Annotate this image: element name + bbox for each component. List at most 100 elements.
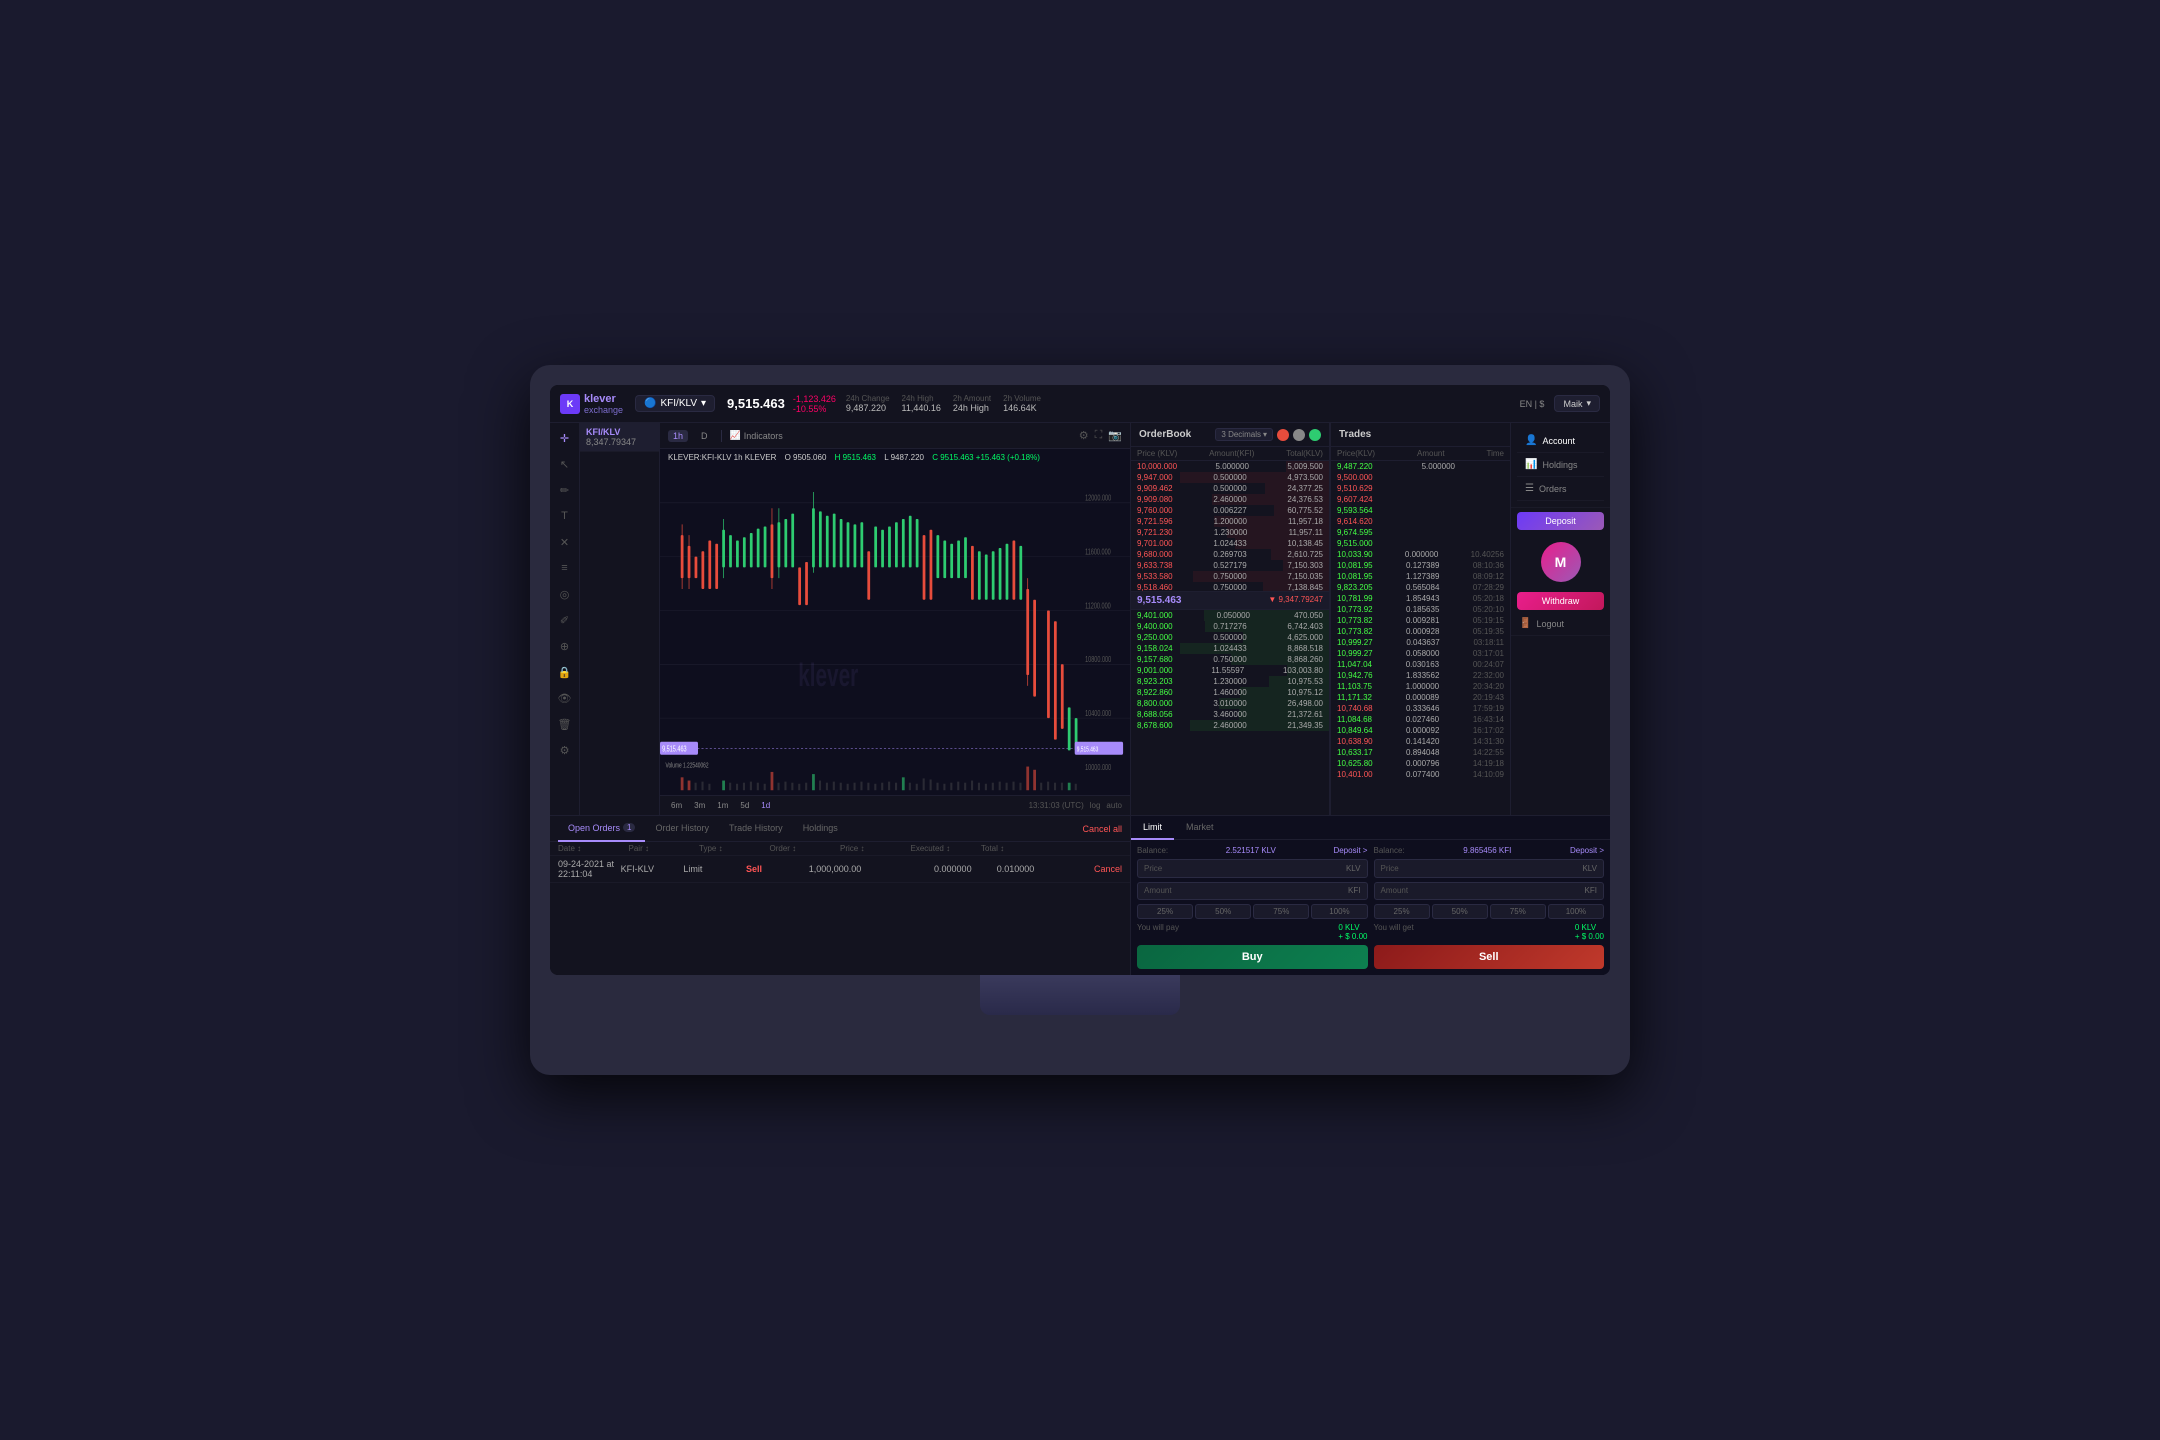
trade-row[interactable]: 10,033.90 0.000000 10.40256 xyxy=(1331,549,1510,560)
tool-circle[interactable]: ◎ xyxy=(556,585,574,603)
trade-row[interactable]: 11,084.68 0.027460 16:43:14 xyxy=(1331,714,1510,725)
sell-button[interactable]: Sell xyxy=(1374,945,1605,969)
buy-pct-100[interactable]: 100% xyxy=(1311,904,1367,919)
account-menu-account[interactable]: 👤 Account xyxy=(1517,429,1604,453)
ob-ask-row[interactable]: 10,000.000 5.000000 5,009.500 xyxy=(1131,461,1329,472)
ob-bid-row[interactable]: 8,923.203 1.230000 10,975.53 xyxy=(1131,676,1329,687)
trade-row[interactable]: 10,773.92 0.185635 05:20:10 xyxy=(1331,604,1510,615)
buy-button[interactable]: Buy xyxy=(1137,945,1368,969)
trade-row[interactable]: 10,942.76 1.833562 22:32:00 xyxy=(1331,670,1510,681)
account-menu-logout[interactable]: 🚪 Logout xyxy=(1511,612,1610,636)
ob-bid-row[interactable]: 9,158.024 1.024433 8,868.518 xyxy=(1131,643,1329,654)
tf-6m[interactable]: 6m xyxy=(668,800,685,811)
tool-crosshair[interactable]: ✛ xyxy=(556,429,574,447)
trade-row[interactable]: 9,614.620 xyxy=(1331,516,1510,527)
account-menu-orders[interactable]: ☰ Orders xyxy=(1517,477,1604,501)
ob-ask-row[interactable]: 9,701.000 1.024433 10,138.45 xyxy=(1131,538,1329,549)
trade-row[interactable]: 10,081.95 1.127389 08:09:12 xyxy=(1331,571,1510,582)
ob-ask-row[interactable]: 9,909.080 2.460000 24,376.53 xyxy=(1131,494,1329,505)
ob-bid-row[interactable]: 9,001.000 11.55597 103,003.80 xyxy=(1131,665,1329,676)
trade-row[interactable]: 9,593.564 xyxy=(1331,505,1510,516)
tool-trash[interactable]: 🗑 xyxy=(556,715,574,733)
trade-row[interactable]: 11,047.04 0.030163 00:24:07 xyxy=(1331,659,1510,670)
ob-ask-row[interactable]: 9,947.000 0.500000 4,973.500 xyxy=(1131,472,1329,483)
trade-row[interactable]: 9,487.220 5.000000 xyxy=(1331,461,1510,472)
trade-row[interactable]: 9,607.424 xyxy=(1331,494,1510,505)
trade-row[interactable]: 11,103.75 1.000000 20:34:20 xyxy=(1331,681,1510,692)
decimals-button[interactable]: 3 Decimals ▾ xyxy=(1215,428,1273,441)
tool-cursor[interactable]: ↖ xyxy=(556,455,574,473)
ob-bid-row[interactable]: 8,922.860 1.460000 10,975.12 xyxy=(1131,687,1329,698)
trade-row[interactable]: 10,625.80 0.000796 14:19:18 xyxy=(1331,758,1510,769)
chart-settings-icon[interactable]: ⚙ xyxy=(1079,429,1089,442)
tool-lines[interactable]: ≡ xyxy=(556,559,574,577)
trade-row[interactable]: 10,781.99 1.854943 05:20:18 xyxy=(1331,593,1510,604)
buy-pct-25[interactable]: 25% xyxy=(1137,904,1193,919)
tool-pen[interactable]: ✏ xyxy=(556,481,574,499)
tab-trade-history[interactable]: Trade History xyxy=(719,816,793,842)
trade-row[interactable]: 10,773.82 0.009281 05:19:15 xyxy=(1331,615,1510,626)
ob-bid-row[interactable]: 8,688.056 3.460000 21,372.61 xyxy=(1131,709,1329,720)
ob-bid-row[interactable]: 9,157.680 0.750000 8,868.260 xyxy=(1131,654,1329,665)
tool-cross[interactable]: ✕ xyxy=(556,533,574,551)
ob-ask-row[interactable]: 9,518.460 0.750000 7,138.845 xyxy=(1131,582,1329,591)
ob-ask-row[interactable]: 9,721.596 1.200000 11,957.18 xyxy=(1131,516,1329,527)
ob-ask-row[interactable]: 9,533.580 0.750000 7,150.035 xyxy=(1131,571,1329,582)
ob-buy-only-btn[interactable] xyxy=(1309,429,1321,441)
sell-deposit-link[interactable]: Deposit > xyxy=(1570,846,1604,855)
deposit-button[interactable]: Deposit xyxy=(1517,512,1604,530)
tf-3m[interactable]: 3m xyxy=(691,800,708,811)
ob-ask-row[interactable]: 9,680.000 0.269703 2,610.725 xyxy=(1131,549,1329,560)
buy-pct-75[interactable]: 75% xyxy=(1253,904,1309,919)
sell-price-input[interactable]: Price KLV xyxy=(1374,859,1605,878)
account-menu-holdings[interactable]: 📊 Holdings xyxy=(1517,453,1604,477)
trade-row[interactable]: 11,171.32 0.000089 20:19:43 xyxy=(1331,692,1510,703)
lang-selector[interactable]: EN | $ xyxy=(1520,399,1545,409)
order-cancel-button[interactable]: Cancel xyxy=(1059,864,1122,874)
trade-row[interactable]: 9,823.205 0.565084 07:28:29 xyxy=(1331,582,1510,593)
ob-bid-row[interactable]: 9,401.000 0.050000 470.050 xyxy=(1131,610,1329,621)
pair-item-kfi-klv[interactable]: KFI/KLV 8,347.79347 xyxy=(580,423,659,452)
trade-row[interactable]: 9,515.000 xyxy=(1331,538,1510,549)
trade-row[interactable]: 10,999.27 0.058000 03:17:01 xyxy=(1331,648,1510,659)
tool-lock[interactable]: 🔒 xyxy=(556,663,574,681)
ob-bid-row[interactable]: 8,800.000 3.010000 26,498.00 xyxy=(1131,698,1329,709)
trade-row[interactable]: 9,510.629 xyxy=(1331,483,1510,494)
tool-settings[interactable]: ⚙ xyxy=(556,741,574,759)
trade-row[interactable]: 10,773.82 0.000928 05:19:35 xyxy=(1331,626,1510,637)
trade-row[interactable]: 10,638.90 0.141420 14:31:30 xyxy=(1331,736,1510,747)
chart-scale-log[interactable]: log xyxy=(1090,801,1101,810)
trade-row[interactable]: 10,740.68 0.333646 17:59:19 xyxy=(1331,703,1510,714)
sell-pct-25[interactable]: 25% xyxy=(1374,904,1430,919)
tool-eye[interactable]: 👁 xyxy=(556,689,574,707)
trade-row[interactable]: 10,633.17 0.894048 14:22:55 xyxy=(1331,747,1510,758)
ob-ask-row[interactable]: 9,760.000 0.006227 60,775.52 xyxy=(1131,505,1329,516)
trading-tab-market[interactable]: Market xyxy=(1174,816,1226,840)
trade-row[interactable]: 10,849.64 0.000092 16:17:02 xyxy=(1331,725,1510,736)
chart-snapshot-icon[interactable]: 📷 xyxy=(1108,429,1122,442)
tool-text[interactable]: T xyxy=(556,507,574,525)
user-button[interactable]: Maik ▾ xyxy=(1554,395,1600,412)
tf-1m[interactable]: 1m xyxy=(714,800,731,811)
sell-pct-100[interactable]: 100% xyxy=(1548,904,1604,919)
buy-pct-50[interactable]: 50% xyxy=(1195,904,1251,919)
pair-selector[interactable]: 🔵 KFI/KLV ▾ xyxy=(635,395,715,412)
tf-1d[interactable]: 1d xyxy=(758,800,773,811)
timeframe-D[interactable]: D xyxy=(696,430,713,442)
sell-pct-75[interactable]: 75% xyxy=(1490,904,1546,919)
ob-both-btn[interactable] xyxy=(1293,429,1305,441)
chart-expand-icon[interactable]: ⛶ xyxy=(1095,429,1103,442)
ob-ask-row[interactable]: 9,909.462 0.500000 24,377.25 xyxy=(1131,483,1329,494)
sell-amount-input[interactable]: Amount KFI xyxy=(1374,882,1605,901)
sell-pct-50[interactable]: 50% xyxy=(1432,904,1488,919)
tab-open-orders[interactable]: Open Orders 1 xyxy=(558,816,645,842)
trading-tab-limit[interactable]: Limit xyxy=(1131,816,1174,840)
buy-deposit-link[interactable]: Deposit > xyxy=(1333,846,1367,855)
ob-bid-row[interactable]: 9,400.000 0.717276 6,742.403 xyxy=(1131,621,1329,632)
timeframe-1h[interactable]: 1h xyxy=(668,430,688,442)
trade-row[interactable]: 10,999.27 0.043637 03:18:11 xyxy=(1331,637,1510,648)
chart-scale-auto[interactable]: auto xyxy=(1106,801,1122,810)
tab-holdings[interactable]: Holdings xyxy=(793,816,848,842)
trade-row[interactable]: 9,674.595 xyxy=(1331,527,1510,538)
tab-order-history[interactable]: Order History xyxy=(645,816,719,842)
